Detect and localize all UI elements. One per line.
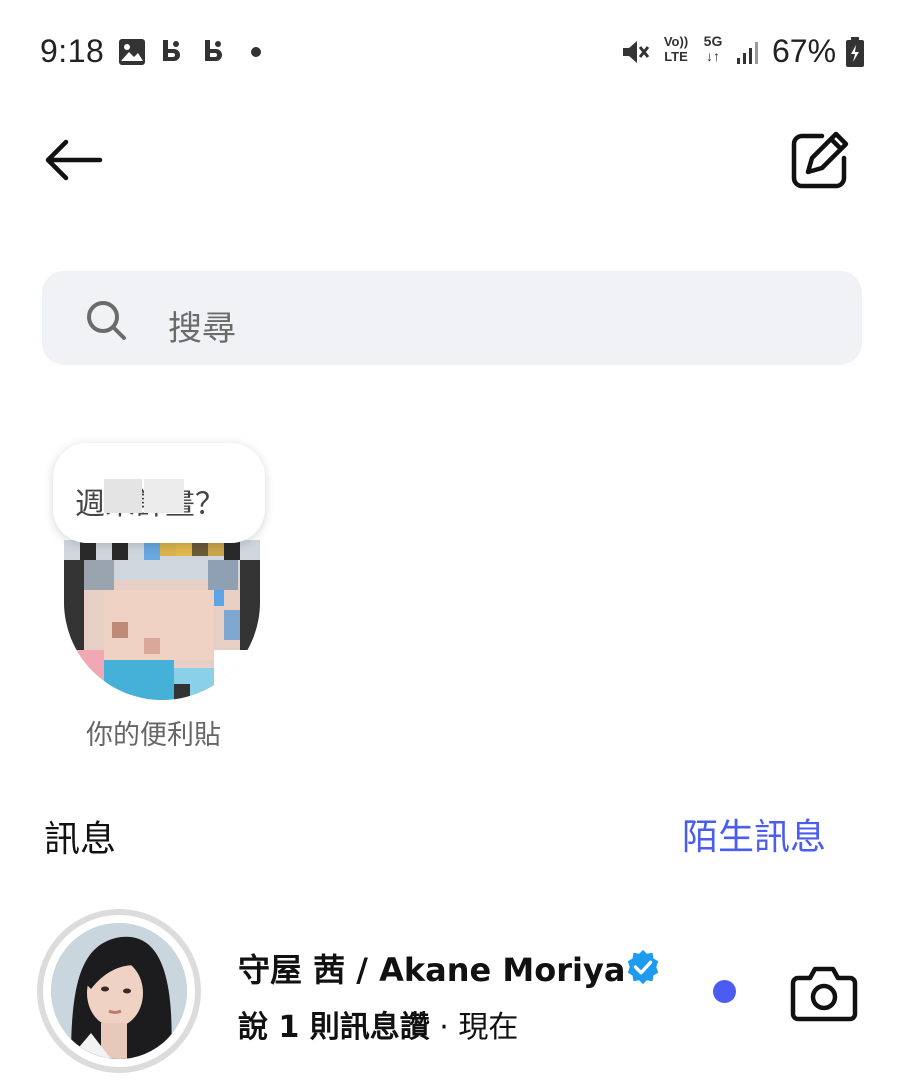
lte-label: LTE xyxy=(664,49,688,64)
note-label: 你的便利貼 xyxy=(86,720,221,751)
signal-icon xyxy=(737,42,758,64)
mute-icon xyxy=(623,41,650,63)
volte-label: Vo)) xyxy=(663,34,689,49)
image-icon xyxy=(119,39,145,65)
battery-percent: 67% xyxy=(772,33,837,69)
profile-photo xyxy=(51,923,187,1059)
preview-separator: · xyxy=(429,1010,459,1045)
message-requests-link[interactable]: 陌生訊息 xyxy=(682,808,826,860)
back-button[interactable] xyxy=(40,130,106,190)
camera-button[interactable] xyxy=(790,962,858,1024)
note-text-pixelation xyxy=(144,479,184,513)
search-input[interactable] xyxy=(42,271,862,365)
my-avatar-pixelated[interactable] xyxy=(64,540,260,700)
5g-label: 5G xyxy=(703,33,723,49)
back-arrow-icon xyxy=(45,139,103,181)
battery-icon xyxy=(846,37,864,67)
note-bubble[interactable]: 週末計畫？ xyxy=(53,443,265,543)
compose-icon xyxy=(791,131,849,189)
messages-section-title: 訊息 xyxy=(44,819,117,860)
status-bar: 9:18 Vo)) LTE 5G ↓↑ 67% xyxy=(0,0,904,100)
verified-icon xyxy=(627,949,659,985)
note-text-pixelation xyxy=(104,479,142,513)
conversation-preview: 說 1 則訊息讚 · 現在 xyxy=(238,1002,518,1046)
app-notification-icon xyxy=(163,40,180,61)
conversation-name: 守屋 茜 / Akane Moriya xyxy=(238,951,626,989)
search-placeholder: 搜尋 xyxy=(168,309,236,349)
unread-indicator xyxy=(713,980,736,1003)
data-arrows-icon: ↓↑ xyxy=(706,48,720,64)
volte-indicator: Vo)) LTE xyxy=(660,34,692,64)
app-notification-icon xyxy=(205,40,222,61)
compose-button[interactable] xyxy=(788,128,852,192)
avatar[interactable] xyxy=(51,923,187,1059)
preview-time: 現在 xyxy=(458,1010,519,1045)
camera-icon xyxy=(790,966,858,1022)
more-notifications-dot-icon xyxy=(251,47,261,57)
preview-text: 說 1 則訊息讚 xyxy=(238,1010,430,1045)
account-username-pixelated[interactable] xyxy=(192,140,492,180)
5g-indicator: 5G ↓↑ xyxy=(700,34,726,64)
search-icon xyxy=(87,301,126,340)
status-time: 9:18 xyxy=(40,33,105,69)
